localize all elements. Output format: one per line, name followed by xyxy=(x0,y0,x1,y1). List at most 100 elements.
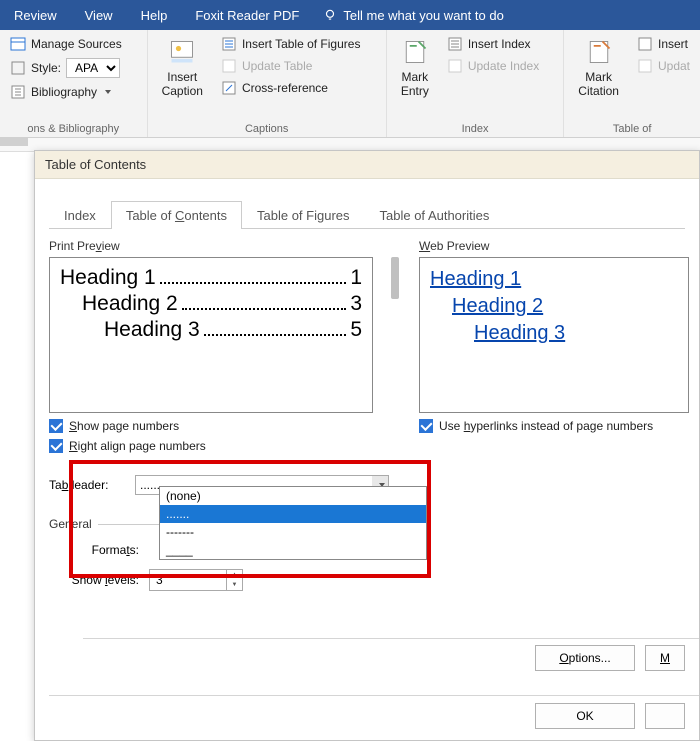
spinner-up-icon[interactable]: ▲ xyxy=(227,570,242,580)
scrollbar-thumb[interactable] xyxy=(391,257,399,299)
insert-tof-label: Insert Table of Figures xyxy=(242,37,361,51)
options-button[interactable]: Options... xyxy=(535,645,635,671)
mark-citation-label: Mark Citation xyxy=(578,70,619,98)
manage-sources-label: Manage Sources xyxy=(31,37,122,51)
chevron-down-icon xyxy=(105,90,111,94)
style-dropdown[interactable]: APA xyxy=(66,58,120,78)
print-preview-line: Heading 1 1 xyxy=(60,266,362,290)
general-label: General xyxy=(49,517,92,531)
update-table-button: Update Table xyxy=(217,56,365,76)
checkbox-icon xyxy=(49,419,63,433)
dialog-title: Table of Contents xyxy=(35,151,699,179)
print-preview-label: Print Preview xyxy=(49,239,389,253)
show-page-numbers-label: Show page numbers xyxy=(69,419,179,433)
insert-index-icon xyxy=(447,36,463,52)
insert-tof-button[interactable]: Insert Table of Figures xyxy=(217,34,365,54)
group-captions: Insert Caption Insert Table of Figures U… xyxy=(148,30,387,137)
group-label-captions: Captions xyxy=(154,121,380,136)
style-label: Style: xyxy=(31,61,61,75)
bibliography-icon xyxy=(10,84,26,100)
update-toa-icon xyxy=(637,58,653,74)
right-align-checkbox[interactable]: Right align page numbers xyxy=(49,439,389,453)
menu-bar: Review View Help Foxit Reader PDF Tell m… xyxy=(0,0,700,30)
insert-toa-button[interactable]: Insert xyxy=(633,34,694,54)
web-preview-link[interactable]: Heading 3 xyxy=(430,322,678,345)
group-index: Mark Entry Insert Index Update Index Ind… xyxy=(387,30,564,137)
web-preview-link[interactable]: Heading 1 xyxy=(430,268,678,291)
mark-entry-button[interactable]: Mark Entry xyxy=(393,34,437,102)
update-index-button: Update Index xyxy=(443,56,543,76)
tab-leader-option-none[interactable]: (none) xyxy=(160,487,426,505)
tab-index[interactable]: Index xyxy=(49,201,111,229)
group-citations-bibliography: Manage Sources Style: APA Bibliography o… xyxy=(0,30,148,137)
insert-tof-icon xyxy=(221,36,237,52)
menu-review[interactable]: Review xyxy=(0,2,71,29)
menu-view[interactable]: View xyxy=(71,2,127,29)
right-align-label: Right align page numbers xyxy=(69,439,206,453)
tab-leader-label: Tab leader: xyxy=(49,478,135,492)
manage-sources-button[interactable]: Manage Sources xyxy=(6,34,141,54)
web-preview-label: Web Preview xyxy=(419,239,685,253)
insert-toa-icon xyxy=(637,36,653,52)
update-toa-label: Updat xyxy=(658,59,690,73)
print-preview-line: Heading 2 3 xyxy=(60,292,362,316)
show-levels-value: 3 xyxy=(156,573,163,587)
checkbox-icon xyxy=(49,439,63,453)
tab-tof[interactable]: Table of Figures xyxy=(242,201,365,229)
insert-index-label: Insert Index xyxy=(468,37,531,51)
update-index-label: Update Index xyxy=(468,59,539,73)
tell-me-search[interactable]: Tell me what you want to do xyxy=(317,2,509,29)
tab-leader-option-underline[interactable]: ____ xyxy=(160,541,426,559)
tab-toc[interactable]: Table of Contents xyxy=(111,201,242,229)
ok-button[interactable]: OK xyxy=(535,703,635,729)
update-table-icon xyxy=(221,58,237,74)
insert-toa-label: Insert xyxy=(658,37,688,51)
dialog-tabs: Index Table of Contents Table of Figures… xyxy=(49,201,685,229)
show-levels-spinner[interactable]: 3 ▲ ▼ xyxy=(149,569,243,591)
show-levels-label: Show levels: xyxy=(49,573,149,587)
formats-label: Formats: xyxy=(49,543,149,557)
menu-foxit[interactable]: Foxit Reader PDF xyxy=(181,2,313,29)
group-label-index: Index xyxy=(393,121,557,136)
web-preview-link[interactable]: Heading 2 xyxy=(430,295,678,318)
menu-help[interactable]: Help xyxy=(127,2,182,29)
mark-entry-icon xyxy=(401,38,429,66)
group-toa: Mark Citation Insert Updat Table of xyxy=(564,30,700,137)
manage-sources-icon xyxy=(10,36,26,52)
modify-button[interactable]: M xyxy=(645,645,685,671)
spinner-down-icon[interactable]: ▼ xyxy=(227,580,242,590)
insert-caption-label: Insert Caption xyxy=(162,70,203,98)
tab-leader-option-dots[interactable]: ....... xyxy=(160,505,426,523)
bibliography-label: Bibliography xyxy=(31,85,97,99)
tab-leader-option-dashes[interactable]: ------- xyxy=(160,523,426,541)
style-icon xyxy=(10,60,26,76)
mark-citation-button[interactable]: Mark Citation xyxy=(570,34,627,102)
cross-reference-button[interactable]: Cross-reference xyxy=(217,78,365,98)
insert-caption-button[interactable]: Insert Caption xyxy=(154,34,211,102)
dialog-divider xyxy=(83,638,699,639)
print-preview-box: Heading 1 1 Heading 2 3 Heading 3 xyxy=(49,257,373,413)
use-hyperlinks-label: Use hyperlinks instead of page numbers xyxy=(439,419,653,433)
style-select-row[interactable]: Style: APA xyxy=(6,56,141,80)
insert-index-button[interactable]: Insert Index xyxy=(443,34,543,54)
bibliography-button[interactable]: Bibliography xyxy=(6,82,141,102)
update-toa-button: Updat xyxy=(633,56,694,76)
cross-reference-icon xyxy=(221,80,237,96)
cross-reference-label: Cross-reference xyxy=(242,81,328,95)
checkbox-icon xyxy=(419,419,433,433)
use-hyperlinks-checkbox[interactable]: Use hyperlinks instead of page numbers xyxy=(419,419,685,433)
dialog-divider xyxy=(49,695,699,696)
cancel-button[interactable] xyxy=(645,703,685,729)
tab-leader-dropdown-list[interactable]: (none) ....... ------- ____ xyxy=(159,486,427,560)
group-label-toa: Table of xyxy=(570,121,694,136)
insert-caption-icon xyxy=(168,38,196,66)
update-index-icon xyxy=(447,58,463,74)
print-preview-line: Heading 3 5 xyxy=(60,318,362,342)
ruler-margin-indicator xyxy=(0,138,28,146)
tell-me-label: Tell me what you want to do xyxy=(343,8,503,23)
web-preview-box: Heading 1 Heading 2 Heading 3 xyxy=(419,257,689,413)
tab-toa[interactable]: Table of Authorities xyxy=(365,201,505,229)
show-page-numbers-checkbox[interactable]: Show page numbers xyxy=(49,419,389,433)
toc-dialog: Table of Contents Index Table of Content… xyxy=(34,150,700,741)
mark-citation-icon xyxy=(585,38,613,66)
